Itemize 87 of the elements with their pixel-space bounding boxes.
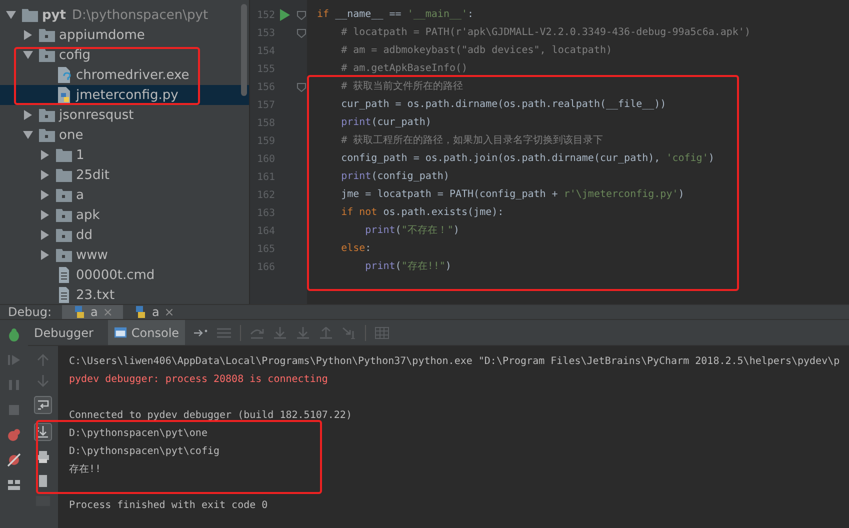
debug-view-tab[interactable]: Console xyxy=(108,320,186,345)
code-line: # 获取工程所在的路径，如果加入目录名字切换到该目录下 xyxy=(340,134,604,148)
console-line: pydev debugger: process 20808 is connecting xyxy=(69,373,329,387)
tree-item-label: one xyxy=(59,128,84,142)
tree-item-label: jsonresqust xyxy=(59,108,134,122)
tree-item-label: 00000t.cmd xyxy=(76,268,155,282)
console-line: 存在!! xyxy=(69,463,102,477)
run-icon[interactable] xyxy=(280,9,290,21)
tree-item-label: apk xyxy=(76,208,100,222)
breakpoints-icon[interactable] xyxy=(7,428,21,442)
soft-wrap-icon[interactable] xyxy=(34,396,52,414)
code-line: if __name__ == '__main__': xyxy=(317,8,475,22)
tree-item-label: a xyxy=(76,188,84,202)
code-line: else: xyxy=(340,242,372,256)
folder-icon xyxy=(39,28,55,42)
console-line: C:\Users\liwen406\AppData\Local\Programs\Python\Python37\python.exe "D:\Program Files\JetBrains\PyCharm 2018.2.5\helpers\pydev\p xyxy=(69,355,841,369)
tree-item[interactable]: appiumdome xyxy=(0,25,249,45)
code-line: # am.getApkBaseInfo() xyxy=(340,62,469,76)
project-path: D:\pythonspacen\pyt xyxy=(72,8,208,22)
tree-item-label: 25dit xyxy=(76,168,110,182)
console-line: Connected to pydev debugger (build 182.5107.22) xyxy=(69,409,353,423)
folder-icon xyxy=(39,48,55,62)
tree-item[interactable]: www xyxy=(0,245,249,265)
tree-item-label: pyt xyxy=(42,8,66,22)
debug-session-tab[interactable]: a × xyxy=(62,305,123,319)
debug-session-tab[interactable]: a × xyxy=(122,305,184,319)
tree-item[interactable]: chromedriver.exe xyxy=(0,65,249,85)
console-line: D:\pythonspacen\pyt\cofig xyxy=(69,445,221,459)
clear-icon[interactable] xyxy=(37,473,49,487)
tree-item-label: dd xyxy=(76,228,93,242)
code-line: config_path = os.path.join(os.path.dirname(cur_path), 'cofig') xyxy=(340,152,716,166)
folder-icon xyxy=(39,128,55,142)
console-line: Process finished with exit code 0 xyxy=(69,499,269,513)
debug-view-tab[interactable]: Debugger xyxy=(28,320,100,345)
folder-icon xyxy=(56,248,72,262)
tree-item[interactable]: dd xyxy=(0,225,249,245)
tree-item[interactable]: pyt D:\pythonspacen\pyt xyxy=(0,5,249,25)
text-file-icon xyxy=(56,267,72,283)
tree-item-label: chromedriver.exe xyxy=(76,68,190,82)
code-line: # locatpath = PATH(r'apk\GJDMALL-V2.2.0.3349-436-debug-99a5c6a.apk') xyxy=(340,26,752,40)
folder-icon xyxy=(56,208,72,222)
code-line: print("存在!!") xyxy=(364,260,452,274)
console-line: D:\pythonspacen\pyt\one xyxy=(69,427,208,441)
fold-marker-icon[interactable] xyxy=(296,28,306,38)
tree-item-label: 1 xyxy=(76,148,84,162)
code-line: jme = locatpath = PATH(config_path + r'\jmeterconfig.py') xyxy=(340,188,686,202)
debug-panel-title: Debug: xyxy=(7,305,53,319)
tree-item-label: cofig xyxy=(59,48,91,62)
code-line: if not os.path.exists(jme): xyxy=(340,206,505,220)
layout-icon[interactable] xyxy=(7,478,21,492)
code-line: cur_path = os.path.dirname(os.path.realpath(__file__)) xyxy=(340,98,668,112)
console-icon xyxy=(114,326,128,339)
close-tab-button[interactable]: × xyxy=(164,305,174,319)
print-icon[interactable] xyxy=(36,450,50,464)
tree-item[interactable]: 23.txt xyxy=(0,285,249,305)
tree-item[interactable]: cofig xyxy=(0,45,249,65)
folder-icon xyxy=(56,228,72,242)
code-line: print("不存在！") xyxy=(364,224,460,238)
bug-icon[interactable] xyxy=(7,328,21,342)
tree-item[interactable]: 00000t.cmd xyxy=(0,265,249,285)
tree-item[interactable]: jmeterconfig.py xyxy=(0,85,249,105)
code-line: print(config_path) xyxy=(340,170,450,184)
folder-icon xyxy=(56,168,72,182)
folder-icon xyxy=(22,8,38,22)
scrollbar-thumb[interactable] xyxy=(241,4,247,96)
tree-item-label: www xyxy=(76,248,108,262)
tree-item[interactable]: a xyxy=(0,185,249,205)
tree-item[interactable]: 25dit xyxy=(0,165,249,185)
fold-marker-icon[interactable] xyxy=(296,10,306,20)
tree-item[interactable]: one xyxy=(0,125,249,145)
code-line: # 获取当前文件所在的路径 xyxy=(340,80,464,94)
unknown-file-icon xyxy=(56,67,72,83)
tree-item[interactable]: jsonresqust xyxy=(0,105,249,125)
tree-item-label: 23.txt xyxy=(76,288,115,302)
python-file-icon xyxy=(56,87,72,103)
pin-icon[interactable] xyxy=(194,328,208,338)
code-line: print(cur_path) xyxy=(340,116,432,130)
folder-icon xyxy=(56,148,72,162)
fold-marker-icon[interactable] xyxy=(296,82,306,92)
tree-item-label: appiumdome xyxy=(59,28,145,42)
tree-item[interactable]: apk xyxy=(0,205,249,225)
code-line: # am = adbmokeybast("adb devices", locatpath) xyxy=(340,44,614,58)
folder-icon xyxy=(39,108,55,122)
tree-item[interactable]: 1 xyxy=(0,145,249,165)
mute-breakpoints-icon[interactable] xyxy=(7,453,21,467)
tree-item-label: jmeterconfig.py xyxy=(76,88,178,102)
folder-icon xyxy=(56,188,72,202)
